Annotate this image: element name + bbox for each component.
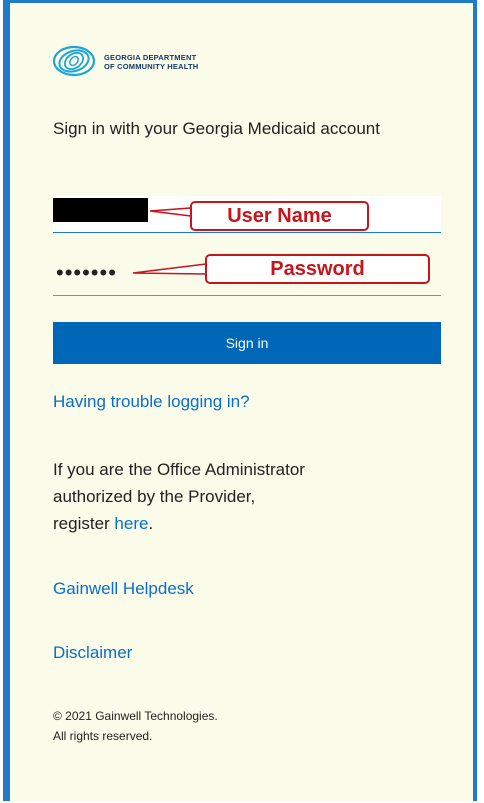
admin-text-line-2: authorized by the Provider, [53,487,256,506]
username-callout: User Name [190,201,369,231]
copyright-line-1: © 2021 Gainwell Technologies. [53,709,218,723]
password-callout: Password [205,254,430,284]
copyright-text: © 2021 Gainwell Technologies. All rights… [53,706,353,746]
copyright-line-2: All rights reserved. [53,729,153,743]
logo-text: Georgia Department of Community Health [104,53,198,71]
redacted-username [53,198,148,222]
helpdesk-link[interactable]: Gainwell Helpdesk [53,579,194,599]
disclaimer-link[interactable]: Disclaimer [53,643,132,663]
password-masked-value[interactable]: ••••••• [56,262,117,284]
admin-text-line-1: If you are the Office Administrator [53,460,305,479]
admin-text-line-3: register here. [53,510,433,537]
register-here-link[interactable]: here [114,514,148,533]
sign-in-button[interactable]: Sign in [53,322,441,364]
gdch-logo-icon [52,45,96,77]
logo-line-2: of Community Health [104,62,199,71]
trouble-logging-in-link[interactable]: Having trouble logging in? [53,392,250,412]
page-heading: Sign in with your Georgia Medicaid accou… [53,119,380,138]
admin-register-text: If you are the Office Administrator auth… [53,456,433,537]
register-suffix: . [148,514,154,533]
gdch-logo: Georgia Department of Community Health [52,40,252,80]
register-prefix: register [53,514,115,533]
logo-line-1: Georgia Department [104,53,197,62]
